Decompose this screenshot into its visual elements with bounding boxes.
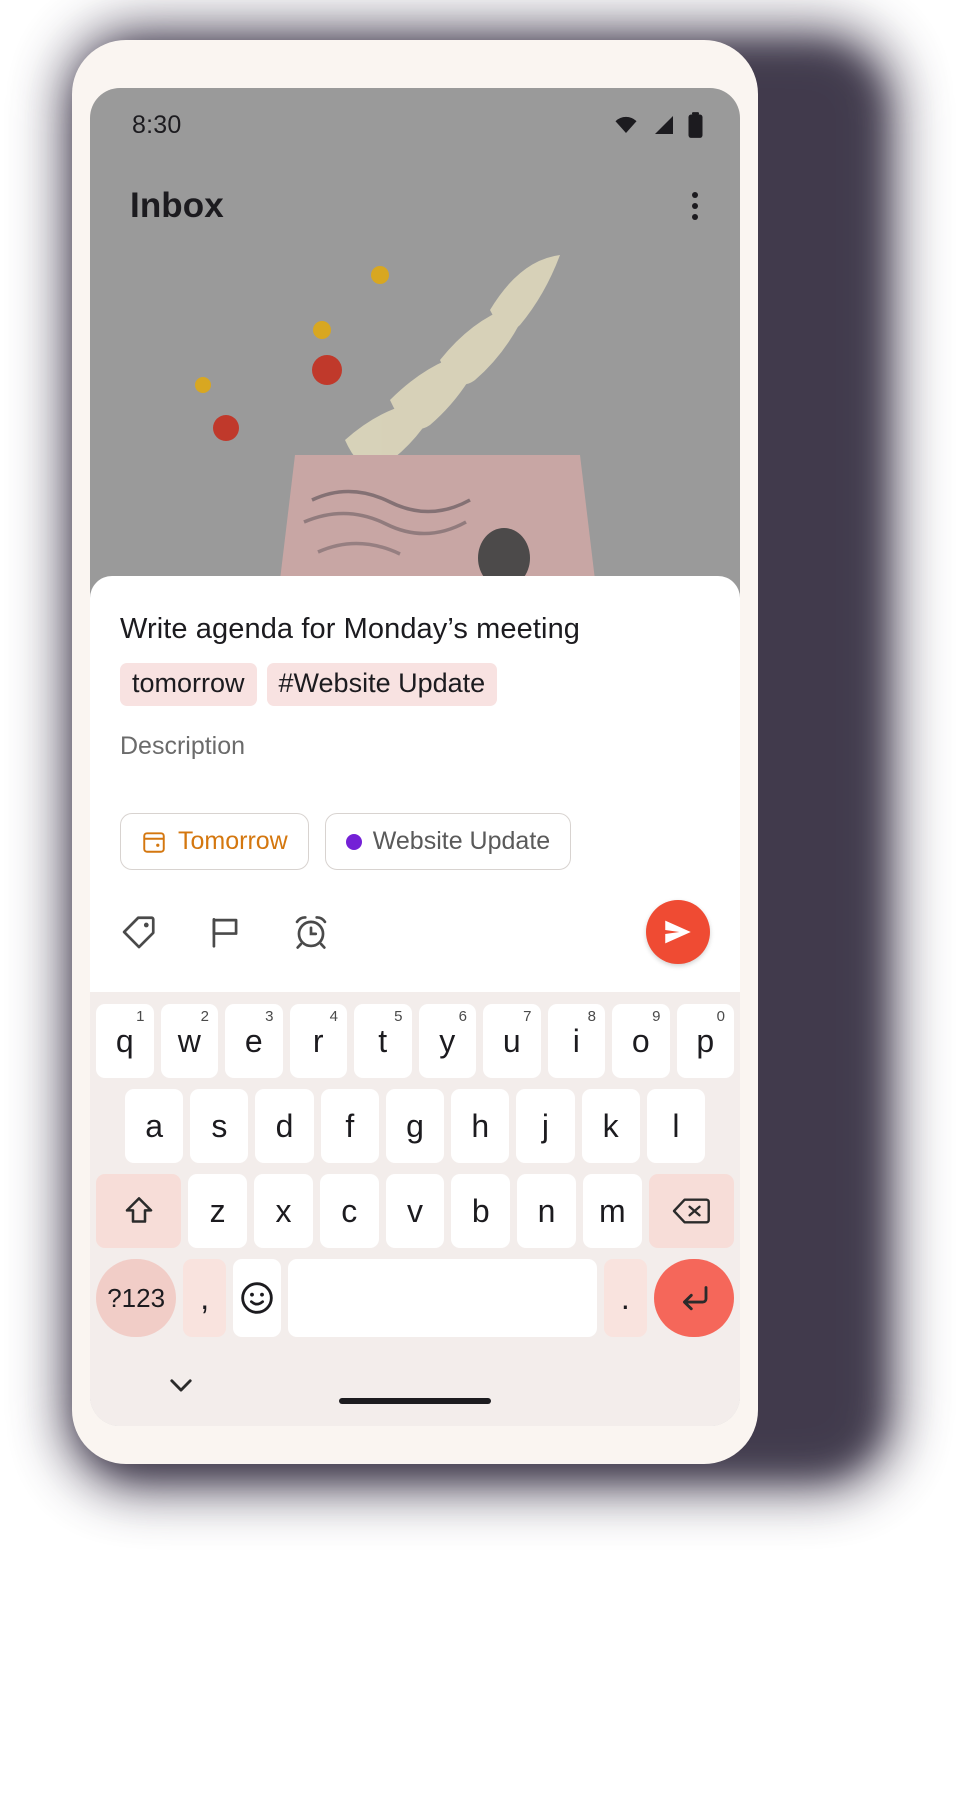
battery-icon <box>688 112 703 138</box>
description-input[interactable]: Description <box>90 706 740 761</box>
keyboard-row-3: z x c v b n m <box>96 1174 734 1248</box>
enter-key[interactable] <box>653 1259 734 1337</box>
key-z[interactable]: z <box>188 1174 248 1248</box>
key-f[interactable]: f <box>320 1089 379 1163</box>
backspace-icon <box>673 1198 711 1224</box>
enter-icon <box>682 1286 708 1311</box>
task-action-row <box>90 870 740 992</box>
keyboard-row-2: a s d f g h j k l <box>96 1089 734 1163</box>
overflow-menu-button[interactable] <box>684 184 706 228</box>
key-w[interactable]: 2w <box>160 1004 218 1078</box>
home-indicator <box>339 1398 491 1404</box>
hide-keyboard-button[interactable] <box>164 1368 198 1407</box>
status-bar: 8:30 <box>90 88 740 162</box>
key-p[interactable]: 0p <box>676 1004 734 1078</box>
alarm-reminder-icon[interactable] <box>292 913 330 951</box>
project-chip[interactable]: Website Update <box>324 813 572 870</box>
phone-screen: 8:30 Inbox Write agenda for Monday’s mee… <box>90 88 740 1426</box>
status-icons <box>611 111 704 139</box>
key-k[interactable]: k <box>581 1089 640 1163</box>
keyboard-footer <box>96 1348 734 1426</box>
page-title: Inbox <box>130 186 224 225</box>
send-button[interactable] <box>646 900 710 964</box>
keyboard-row-1: 1q 2w 3e 4r 5t 6y 7u 8i 9o 0p <box>96 1004 734 1078</box>
key-a[interactable]: a <box>125 1089 184 1163</box>
phone-device-frame: 8:30 Inbox Write agenda for Monday’s mee… <box>72 40 758 1464</box>
key-x[interactable]: x <box>254 1174 313 1248</box>
key-c[interactable]: c <box>319 1174 379 1248</box>
wifi-icon <box>615 116 637 133</box>
key-h[interactable]: h <box>451 1089 510 1163</box>
key-r[interactable]: 4r <box>289 1004 347 1078</box>
key-o[interactable]: 9o <box>612 1004 670 1078</box>
space-key[interactable] <box>287 1259 597 1337</box>
inline-chip-date[interactable]: tomorrow <box>120 663 257 706</box>
cellular-signal-icon <box>655 116 673 134</box>
key-e[interactable]: 3e <box>225 1004 283 1078</box>
key-v[interactable]: v <box>385 1174 445 1248</box>
backspace-key[interactable] <box>648 1174 734 1248</box>
key-n[interactable]: n <box>517 1174 576 1248</box>
label-tag-icon[interactable] <box>120 913 158 951</box>
key-l[interactable]: l <box>646 1089 705 1163</box>
key-m[interactable]: m <box>582 1174 642 1248</box>
attribute-chip-row: Tomorrow Website Update <box>90 761 740 870</box>
key-y[interactable]: 6y <box>418 1004 476 1078</box>
due-date-chip-label: Tomorrow <box>178 827 288 855</box>
key-u[interactable]: 7u <box>483 1004 541 1078</box>
emoji-key[interactable] <box>233 1259 281 1337</box>
shift-icon <box>125 1197 152 1223</box>
key-t[interactable]: 5t <box>354 1004 412 1078</box>
task-title-input[interactable]: Write agenda for Monday’s meeting <box>90 612 740 647</box>
keyboard-row-4: ?123 , . <box>96 1259 734 1337</box>
key-j[interactable]: j <box>516 1089 575 1163</box>
chevron-down-icon <box>170 1378 192 1392</box>
project-dot-icon <box>345 833 362 850</box>
status-time: 8:30 <box>132 110 182 139</box>
project-chip-label: Website Update <box>372 827 551 855</box>
app-bar: Inbox <box>90 162 740 250</box>
send-icon <box>665 920 691 944</box>
key-q[interactable]: 1q <box>96 1004 154 1078</box>
period-key[interactable]: . <box>603 1259 647 1337</box>
emoji-icon <box>241 1282 273 1314</box>
calendar-icon <box>143 831 165 853</box>
inline-chip-project[interactable]: #Website Update <box>266 663 498 706</box>
key-b[interactable]: b <box>451 1174 511 1248</box>
screenshot-stage: 8:30 Inbox Write agenda for Monday’s mee… <box>0 0 960 1820</box>
key-d[interactable]: d <box>255 1089 314 1163</box>
due-date-chip[interactable]: Tomorrow <box>120 813 309 870</box>
comma-key[interactable]: , <box>183 1259 227 1337</box>
task-compose-sheet: Write agenda for Monday’s meeting tomorr… <box>90 576 740 1426</box>
inline-chip-row: tomorrow #Website Update <box>90 647 740 706</box>
virtual-keyboard: 1q 2w 3e 4r 5t 6y 7u 8i 9o 0p a s d f g … <box>90 992 740 1426</box>
key-i[interactable]: 8i <box>547 1004 605 1078</box>
symbols-key[interactable]: ?123 <box>96 1259 177 1337</box>
key-g[interactable]: g <box>385 1089 445 1163</box>
key-s[interactable]: s <box>190 1089 249 1163</box>
flag-priority-icon[interactable] <box>206 913 244 951</box>
shift-key[interactable] <box>96 1174 182 1248</box>
